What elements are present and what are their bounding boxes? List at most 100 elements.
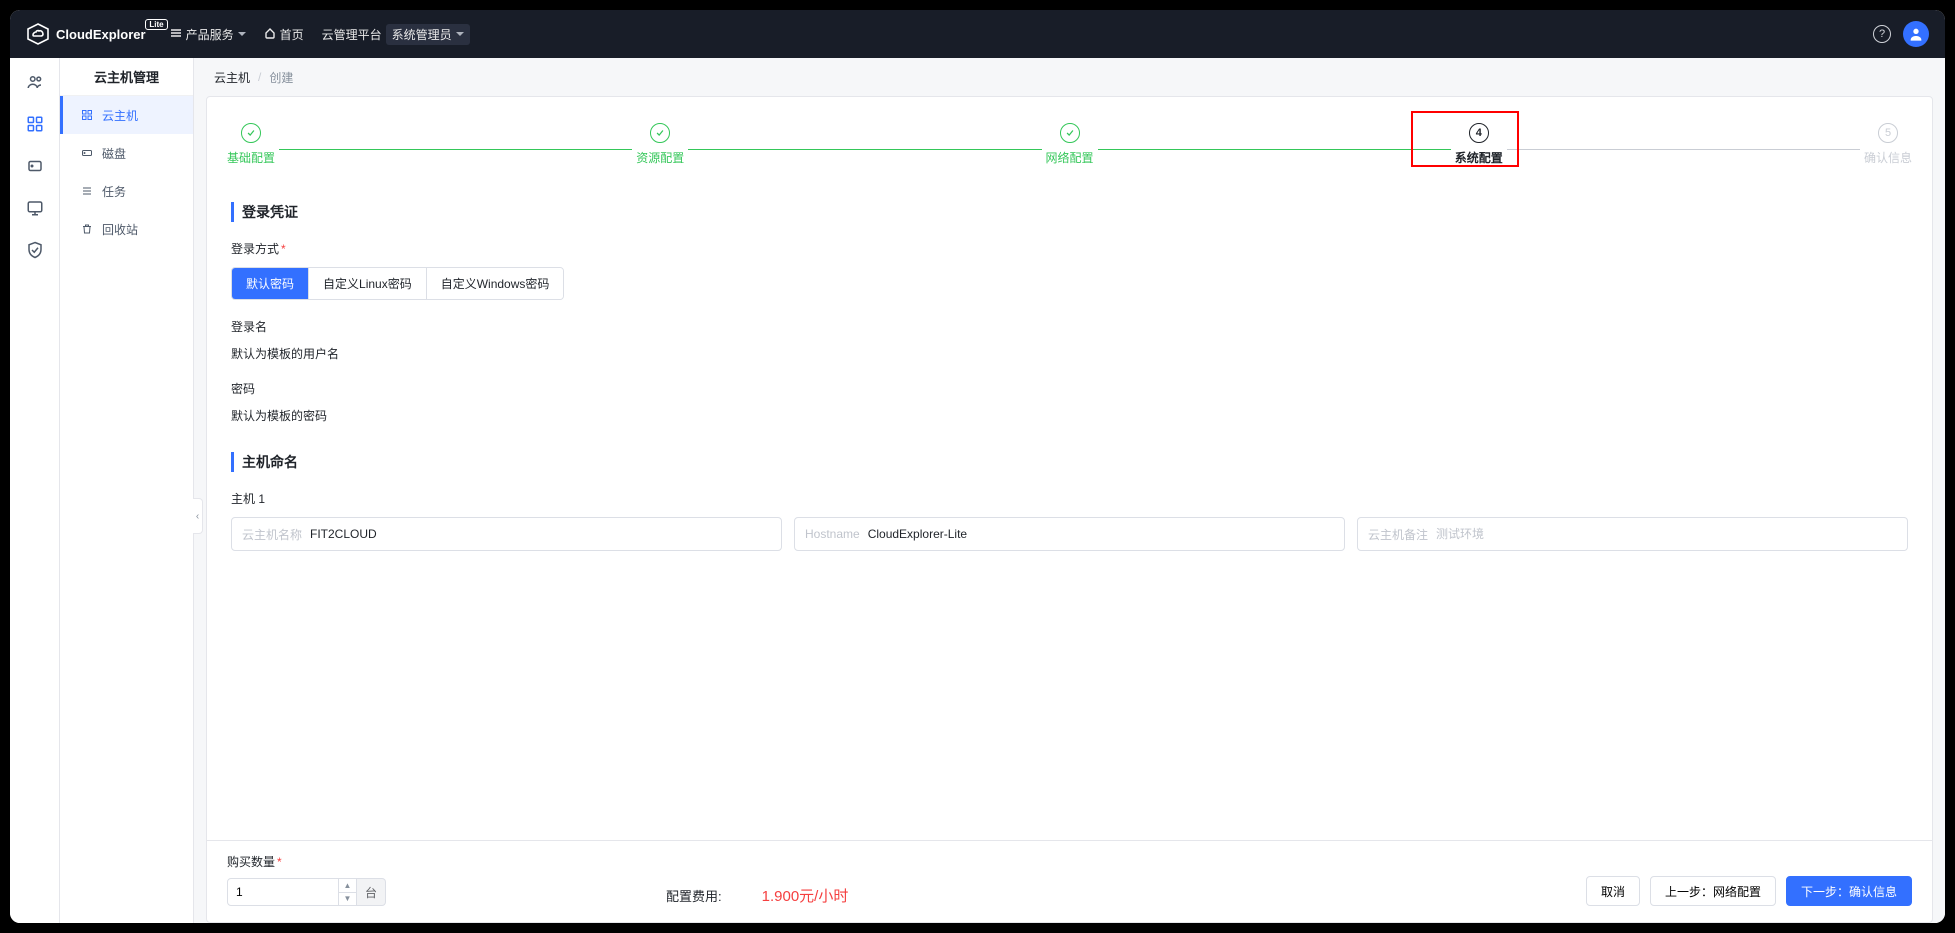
section-title-hostname: 主机命名: [231, 452, 1908, 472]
rail-disk-icon[interactable]: [25, 156, 45, 176]
wizard-steps: 基础配置 资源配置: [207, 97, 1932, 174]
sidebar-item-disk[interactable]: 磁盘: [60, 134, 193, 172]
main: 云主机 / 创建 基础配置: [194, 58, 1945, 923]
check-icon: [650, 123, 670, 143]
step-line: [1507, 149, 1860, 151]
rail-monitor-icon[interactable]: [25, 198, 45, 218]
qty-input[interactable]: [236, 879, 334, 905]
step-label: 基础配置: [227, 149, 275, 166]
help-icon[interactable]: ?: [1873, 25, 1891, 43]
cost-label: 配置费用:: [666, 886, 722, 905]
input-tag: Hostname: [805, 527, 860, 541]
step-1[interactable]: 基础配置: [227, 123, 275, 166]
sidebar-item-label: 云主机: [102, 107, 138, 124]
trash-icon: [80, 223, 94, 235]
vm-icon: [80, 109, 94, 121]
qty-input-wrapper: ▲ ▼: [227, 878, 357, 906]
step-line: [688, 149, 1041, 151]
qty-step-down[interactable]: ▼: [339, 893, 356, 906]
nav-home-label: 首页: [280, 26, 304, 43]
field-label-password: 密码: [231, 380, 1908, 397]
breadcrumb-root[interactable]: 云主机: [214, 69, 250, 86]
qty-label: 购买数量*: [227, 853, 386, 870]
field-value-login-name: 默认为模板的用户名: [231, 345, 1908, 362]
qty-unit: 台: [357, 878, 386, 906]
chevron-down-icon: [456, 32, 464, 36]
check-icon: [1060, 123, 1080, 143]
next-step-button[interactable]: 下一步：确认信息: [1786, 876, 1912, 906]
logo-icon: [26, 22, 50, 46]
step-label: 资源配置: [636, 149, 684, 166]
content-card: 基础配置 资源配置: [206, 96, 1933, 923]
rail-shield-icon[interactable]: [25, 240, 45, 260]
logo-badge: Lite: [145, 19, 167, 30]
step-2[interactable]: 资源配置: [636, 123, 684, 166]
step-number: 4: [1469, 123, 1489, 143]
step-label: 系统配置: [1455, 149, 1503, 166]
task-icon: [80, 185, 94, 197]
cost-value: 1.900元/小时: [762, 885, 849, 906]
hostname-input[interactable]: [868, 527, 1334, 541]
logo-text: CloudExplorer Lite: [56, 27, 146, 42]
step-line: [1098, 149, 1451, 151]
logo: CloudExplorer Lite: [26, 22, 146, 46]
login-method-options: 默认密码 自定义Linux密码 自定义Windows密码: [231, 267, 564, 300]
field-label-login-method: 登录方式*: [231, 240, 1908, 257]
qty-step-up[interactable]: ▲: [339, 879, 356, 893]
sidebar-item-recycle[interactable]: 回收站: [60, 210, 193, 248]
cancel-button[interactable]: 取消: [1586, 876, 1640, 906]
home-icon: [264, 27, 276, 42]
cost-block: 配置费用: 1.900元/小时: [666, 885, 848, 906]
chevron-down-icon: [238, 32, 246, 36]
sidebar-item-label: 回收站: [102, 221, 138, 238]
wizard-footer: 购买数量* ▲ ▼ 台: [207, 840, 1932, 922]
nav-products-label: 产品服务: [186, 26, 234, 43]
check-icon: [241, 123, 261, 143]
vm-name-input-wrapper: 云主机名称: [231, 517, 782, 551]
step-5: 5 确认信息: [1864, 123, 1912, 166]
avatar[interactable]: [1903, 21, 1929, 47]
input-tag: 云主机名称: [242, 526, 302, 543]
step-line: [279, 149, 632, 151]
prev-step-button[interactable]: 上一步：网络配置: [1650, 876, 1776, 906]
option-custom-linux[interactable]: 自定义Linux密码: [309, 268, 427, 299]
sidebar-item-label: 任务: [102, 183, 126, 200]
host-1-label: 主机 1: [231, 490, 1908, 507]
step-number: 5: [1878, 123, 1898, 143]
disk-icon: [80, 147, 94, 159]
nav-platform[interactable]: 云管理平台 系统管理员: [322, 24, 470, 45]
field-value-password: 默认为模板的密码: [231, 407, 1908, 424]
field-label-login-name: 登录名: [231, 318, 1908, 335]
remark-input-wrapper: 云主机备注: [1357, 517, 1908, 551]
remark-input[interactable]: [1436, 527, 1897, 541]
section-title-credentials: 登录凭证: [231, 202, 1908, 222]
sidebar-title: 云主机管理: [60, 58, 193, 96]
menu-icon: [170, 27, 182, 42]
rail-users-icon[interactable]: [25, 72, 45, 92]
sidebar-item-label: 磁盘: [102, 145, 126, 162]
option-default-password[interactable]: 默认密码: [232, 268, 309, 299]
icon-rail: [10, 58, 60, 923]
header-nav: 产品服务 首页 云管理平台 系统管理员: [170, 24, 470, 45]
breadcrumb: 云主机 / 创建: [194, 58, 1945, 96]
nav-role-label: 系统管理员: [392, 26, 452, 43]
step-3[interactable]: 网络配置: [1046, 123, 1094, 166]
vm-name-input[interactable]: [310, 527, 771, 541]
step-label: 确认信息: [1864, 149, 1912, 166]
app-header: CloudExplorer Lite 产品服务 首页: [10, 10, 1945, 58]
sidebar-item-task[interactable]: 任务: [60, 172, 193, 210]
sidebar-item-vm[interactable]: 云主机: [60, 96, 193, 134]
sidebar-collapse-handle[interactable]: ‹: [193, 498, 203, 534]
breadcrumb-sep: /: [258, 70, 261, 84]
step-4[interactable]: 4 系统配置: [1455, 123, 1503, 166]
nav-platform-label: 云管理平台: [322, 26, 382, 43]
sidebar: 云主机管理 云主机 磁盘 任务: [60, 58, 194, 923]
form-body: 登录凭证 登录方式* 默认密码 自定义Linux密码 自定义Windows密码: [207, 174, 1932, 840]
input-tag: 云主机备注: [1368, 526, 1428, 543]
option-custom-windows[interactable]: 自定义Windows密码: [427, 268, 564, 299]
nav-role-badge[interactable]: 系统管理员: [386, 24, 470, 45]
nav-products[interactable]: 产品服务: [170, 26, 246, 43]
rail-servers-icon[interactable]: [25, 114, 45, 134]
step-label: 网络配置: [1046, 149, 1094, 166]
nav-home[interactable]: 首页: [264, 26, 304, 43]
